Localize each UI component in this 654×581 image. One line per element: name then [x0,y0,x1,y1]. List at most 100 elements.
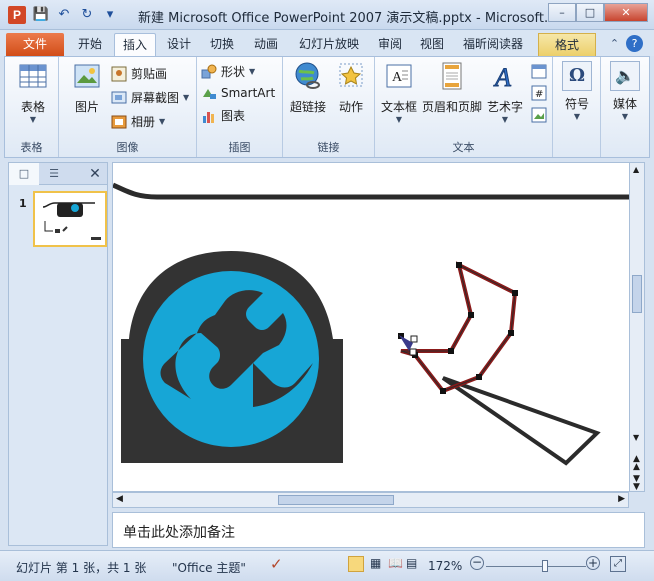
textbox-button[interactable]: A 文本框 ▼ [377,61,421,124]
clipart-button[interactable]: 剪贴画 [111,65,167,82]
maximize-button[interactable]: □ [576,3,604,22]
ribbon-tabs: 文件 开始 插入 设计 切换 动画 幻灯片放映 审阅 视图 福昕阅读器 格式 ⌃… [0,30,654,56]
picture-button-label: 图片 [74,100,99,114]
media-label: 媒体 [612,97,637,111]
close-pane-icon[interactable]: ✕ [83,166,107,182]
hyperlink-button[interactable]: 超链接 [287,61,329,115]
photo-album-icon [111,115,127,128]
chart-label: 图表 [221,109,246,123]
photo-album-button[interactable]: 相册 ▼ [111,113,165,130]
tab-animations[interactable]: 动画 [246,33,286,56]
help-icon[interactable]: ? [626,35,643,52]
previous-slide-icon[interactable]: ▲ ▲ [633,455,640,472]
scroll-up-icon[interactable]: ▲ [633,165,639,174]
ribbon: 表格 ▼ 表格 图片 剪贴画 屏幕截图 ▼ 相册 ▼ 图像 形状 ▼ Smart… [4,56,650,158]
symbols-label: 符号 [564,97,589,111]
redo-icon[interactable]: ↻ [78,6,96,24]
tab-file[interactable]: 文件 [6,33,64,56]
tab-review[interactable]: 审阅 [372,33,408,56]
scroll-left-icon[interactable]: ◀ [116,494,123,504]
reading-view-icon[interactable]: 📖 [388,556,403,570]
scroll-right-icon[interactable]: ▶ [618,494,625,504]
notes-pane[interactable]: 单击此处添加备注 [112,512,645,548]
table-button-label: 表格 [20,100,45,114]
group-label-illustration: 插图 [228,141,251,154]
collapse-ribbon-icon[interactable]: ⌃ [606,35,623,52]
tab-design[interactable]: 设计 [160,33,198,56]
group-illustration: 形状 ▼ SmartArt 图表 插图 [197,57,283,157]
hyperlink-label: 超链接 [289,100,326,114]
chevron-down-icon: ▼ [573,112,581,121]
zoom-out-icon[interactable]: − [470,556,484,570]
quick-access-toolbar: 💾 ↶ ↻ ▾ [32,6,119,24]
zoom-slider-track[interactable] [486,566,586,567]
fit-to-window-icon[interactable]: ⤢ [610,556,626,572]
selected-freeform-shape[interactable] [398,261,601,466]
symbols-button[interactable]: Ω 符号 ▼ [557,61,597,121]
group-symbols: Ω 符号 ▼ [553,57,601,157]
zoom-level[interactable]: 172% [428,559,462,573]
window-title: 新建 Microsoft Office PowerPoint 2007 演示文稿… [138,11,557,26]
slideshow-view-icon[interactable]: ▤ [406,556,417,570]
shapes-label: 形状 [221,65,246,79]
normal-view-icon[interactable] [348,556,364,572]
connector-line[interactable] [113,182,630,200]
svg-text:A: A [493,63,511,91]
action-button[interactable]: 动作 [331,61,371,115]
table-button[interactable]: 表格 ▼ [13,61,53,124]
media-button[interactable]: 🔈 媒体 ▼ [605,61,645,121]
powerpoint-app-icon[interactable]: P [8,6,26,24]
shapes-button[interactable]: 形状 ▼ [201,63,255,80]
save-icon[interactable]: 💾 [32,6,50,24]
group-label-table: 表格 [20,141,43,154]
vertical-scrollbar[interactable]: ▲ ▼ ▲ ▲ ▼ ▼ [629,162,645,492]
window-controls: – □ ✕ [548,3,648,22]
customize-qat-icon[interactable]: ▾ [101,6,119,24]
smartart-label: SmartArt [221,86,276,100]
tab-home[interactable]: 开始 [70,33,110,56]
shapes-icon [201,64,217,78]
clipart-label: 剪贴画 [131,67,168,81]
picture-button[interactable]: 图片 [67,61,107,115]
header-footer-button[interactable]: 页眉和页脚 [419,61,485,115]
chevron-down-icon: ▼ [621,112,629,121]
undo-icon[interactable]: ↶ [55,6,73,24]
outline-tab-icon[interactable]: ☰ [39,163,69,185]
close-button[interactable]: ✕ [604,3,648,22]
slide-thumbnail[interactable] [33,191,107,247]
slide-sorter-icon[interactable]: ▦ [370,556,381,570]
group-image: 图片 剪贴画 屏幕截图 ▼ 相册 ▼ 图像 [59,57,197,157]
slide-canvas[interactable] [112,162,630,492]
tab-format[interactable]: 格式 [538,33,596,56]
scroll-down-icon[interactable]: ▼ [633,433,639,442]
date-time-icon[interactable] [531,63,547,79]
theme-name[interactable]: "Office 主题" [172,559,246,576]
wrench-logo[interactable] [121,251,343,463]
horizontal-scrollbar[interactable]: ◀ ▶ [112,492,629,508]
slide-thumbnail-preview [42,202,101,240]
chevron-down-icon: ▼ [183,93,190,102]
horizontal-scroll-thumb[interactable] [278,495,394,505]
tab-insert[interactable]: 插入 [114,33,156,56]
tab-slideshow[interactable]: 幻灯片放映 [292,33,366,56]
minimize-button[interactable]: – [548,3,576,22]
next-slide-icon[interactable]: ▼ ▼ [633,475,640,492]
tab-foxit-reader[interactable]: 福昕阅读器 [456,33,530,56]
spell-check-icon[interactable]: ✓ [270,555,283,573]
vertical-scroll-thumb[interactable] [632,275,642,313]
screenshot-button[interactable]: 屏幕截图 ▼ [111,89,189,106]
chart-button[interactable]: 图表 [201,107,245,124]
object-icon[interactable] [531,107,547,123]
group-label-text: 文本 [452,141,475,154]
zoom-slider-knob[interactable] [542,560,548,572]
smartart-button[interactable]: SmartArt [201,85,275,101]
tab-transitions[interactable]: 切换 [202,33,242,56]
slides-tab-icon[interactable]: □ [9,162,39,185]
wordart-button[interactable]: A 艺术字 ▼ [485,61,525,125]
svg-text:#: # [535,89,543,100]
slide-number-icon[interactable]: # [531,85,547,101]
zoom-in-icon[interactable]: + [586,556,600,570]
tab-view[interactable]: 视图 [414,33,450,56]
chart-icon [203,111,214,123]
group-links: 超链接 动作 链接 [283,57,375,157]
